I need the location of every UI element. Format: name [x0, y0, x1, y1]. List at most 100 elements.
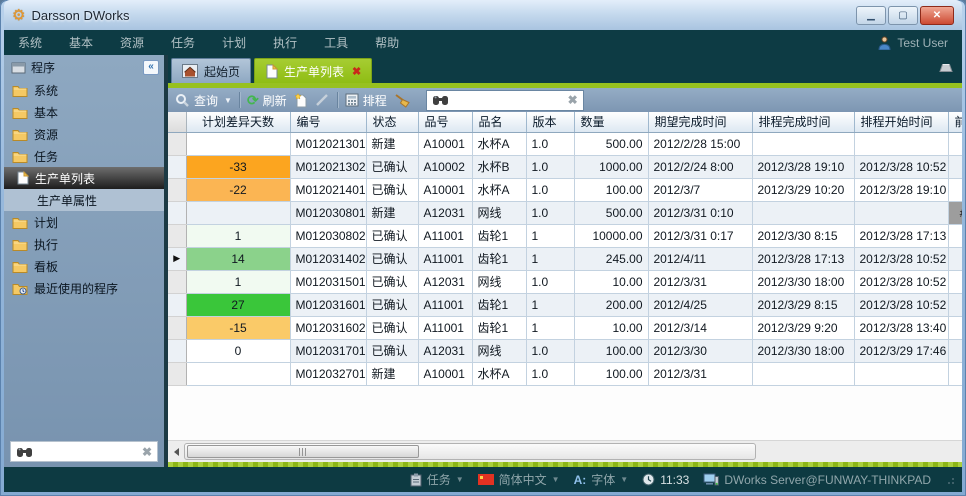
grid-cell[interactable]: 500.00	[574, 132, 648, 155]
grid-cell[interactable]: 齿轮1	[472, 224, 526, 247]
language-dropdown-caret-icon[interactable]: ▼	[552, 475, 560, 484]
grid-cell-overflow[interactable]: #	[948, 201, 962, 224]
grid-cell-overflow[interactable]	[948, 339, 962, 362]
grid-cell[interactable]: M012031501	[290, 270, 366, 293]
grid-cell[interactable]: 500.00	[574, 201, 648, 224]
menu-item[interactable]: 帮助	[375, 34, 399, 51]
grid-cell-diff-days[interactable]: -15	[186, 316, 290, 339]
grid-cell[interactable]: 已确认	[366, 339, 418, 362]
toolbar-search-input[interactable]	[454, 92, 563, 108]
grid-cell[interactable]: A11001	[418, 247, 472, 270]
grid-cell[interactable]: 2012/3/30	[648, 339, 752, 362]
tab-close-icon[interactable]: ✖	[352, 65, 361, 78]
column-header[interactable]: 期望完成时间	[648, 112, 752, 132]
current-user[interactable]: Test User	[878, 36, 948, 50]
clear-filter-button[interactable]	[394, 93, 411, 108]
grid-cell[interactable]: 网线	[472, 270, 526, 293]
grid-cell[interactable]: M012021401	[290, 178, 366, 201]
sidebar-search-input[interactable]	[38, 444, 137, 460]
row-indicator-cell[interactable]	[168, 293, 186, 316]
grid-cell[interactable]: 已确认	[366, 155, 418, 178]
grid-cell[interactable]: 2012/3/29 10:20	[752, 178, 854, 201]
grid-cell-overflow[interactable]	[948, 293, 962, 316]
grid-cell[interactable]: 2012/3/28 17:13	[854, 224, 948, 247]
grid-cell[interactable]: M012021301	[290, 132, 366, 155]
grid-cell-overflow[interactable]	[948, 316, 962, 339]
sidebar-item[interactable]: 生产单属性	[4, 189, 164, 211]
status-language[interactable]: 简体中文 ▼	[478, 471, 560, 488]
grid-cell[interactable]: 2012/3/7	[648, 178, 752, 201]
grid-cell[interactable]: 10000.00	[574, 224, 648, 247]
grid-cell[interactable]: 1	[526, 293, 574, 316]
grid-cell[interactable]: A11001	[418, 293, 472, 316]
current-row-indicator-icon[interactable]: ▶	[168, 247, 186, 270]
grid-cell[interactable]: M012030802	[290, 224, 366, 247]
font-dropdown-caret-icon[interactable]: ▼	[620, 475, 628, 484]
grid-cell[interactable]: A10002	[418, 155, 472, 178]
grid-cell[interactable]: 水杯A	[472, 178, 526, 201]
grid-cell-overflow[interactable]	[948, 247, 962, 270]
grid-cell[interactable]: 1000.00	[574, 155, 648, 178]
grid-cell-overflow[interactable]	[948, 132, 962, 155]
grid-cell[interactable]: 新建	[366, 132, 418, 155]
grid-cell[interactable]: 2012/3/28 10:52	[854, 247, 948, 270]
menu-item[interactable]: 执行	[273, 34, 297, 51]
grid-cell[interactable]: 1.0	[526, 155, 574, 178]
grid-cell[interactable]: 2012/4/11	[648, 247, 752, 270]
minimize-button[interactable]: ▁	[856, 6, 886, 25]
grid-cell[interactable]: 新建	[366, 362, 418, 385]
toolbar-search-clear-icon[interactable]: ✖	[568, 93, 578, 107]
grid-cell[interactable]: 1.0	[526, 201, 574, 224]
grid-cell[interactable]	[854, 132, 948, 155]
column-header[interactable]: 品名	[472, 112, 526, 132]
grid-cell[interactable]: A11001	[418, 224, 472, 247]
grid-cell-overflow[interactable]	[948, 224, 962, 247]
grid-cell[interactable]: 2012/3/28 10:52	[854, 293, 948, 316]
grid-cell[interactable]: 2012/3/29 9:20	[752, 316, 854, 339]
grid-cell[interactable]: A12031	[418, 201, 472, 224]
grid-cell-overflow[interactable]	[948, 362, 962, 385]
grid-cell[interactable]: 10.00	[574, 316, 648, 339]
grid-cell[interactable]: 水杯A	[472, 362, 526, 385]
grid-cell[interactable]: 2012/3/28 19:10	[752, 155, 854, 178]
grid-cell[interactable]: 100.00	[574, 339, 648, 362]
pin-panel-icon[interactable]	[938, 62, 954, 73]
query-button[interactable]: 查询 ▼	[175, 92, 232, 109]
sidebar-item[interactable]: 系统	[4, 79, 164, 101]
grid-cell[interactable]: 245.00	[574, 247, 648, 270]
scroll-left-arrow-icon[interactable]	[174, 448, 179, 456]
grid-cell[interactable]: M012021302	[290, 155, 366, 178]
grid-cell-diff-days[interactable]: 1	[186, 270, 290, 293]
grid-cell[interactable]: 已确认	[366, 178, 418, 201]
grid-cell[interactable]: M012031701	[290, 339, 366, 362]
grid-cell[interactable]: 已确认	[366, 247, 418, 270]
grid-cell[interactable]: 2012/3/28 13:40	[854, 316, 948, 339]
grid-cell-diff-days[interactable]: 27	[186, 293, 290, 316]
column-header[interactable]: 版本	[526, 112, 574, 132]
grid-cell[interactable]: 2012/3/31 0:17	[648, 224, 752, 247]
grid-cell-diff-days[interactable]: 1	[186, 224, 290, 247]
column-header[interactable]: 前	[948, 112, 962, 132]
grid-cell[interactable]	[752, 362, 854, 385]
edit-button[interactable]	[315, 93, 330, 107]
grid-cell[interactable]: 新建	[366, 201, 418, 224]
grid-cell[interactable]: 已确认	[366, 293, 418, 316]
grid-cell[interactable]: 水杯A	[472, 132, 526, 155]
grid-cell[interactable]	[854, 362, 948, 385]
sidebar-item[interactable]: 生产单列表	[4, 167, 164, 189]
grid-cell-diff-days[interactable]	[186, 362, 290, 385]
grid-cell[interactable]: 齿轮1	[472, 316, 526, 339]
grid-cell-diff-days[interactable]: -33	[186, 155, 290, 178]
column-header[interactable]: 计划差异天数	[186, 112, 290, 132]
grid-cell[interactable]: A10001	[418, 178, 472, 201]
sidebar-item[interactable]: 基本	[4, 101, 164, 123]
grid-cell[interactable]: 已确认	[366, 224, 418, 247]
toolbar-search[interactable]: ✖	[427, 91, 583, 110]
row-indicator-cell[interactable]	[168, 339, 186, 362]
column-header[interactable]: 数量	[574, 112, 648, 132]
menu-item[interactable]: 资源	[120, 34, 144, 51]
collapse-sidebar-icon[interactable]: «	[143, 60, 159, 75]
sidebar-item[interactable]: 执行	[4, 233, 164, 255]
task-dropdown-caret-icon[interactable]: ▼	[456, 475, 464, 484]
grid-cell-overflow[interactable]	[948, 178, 962, 201]
